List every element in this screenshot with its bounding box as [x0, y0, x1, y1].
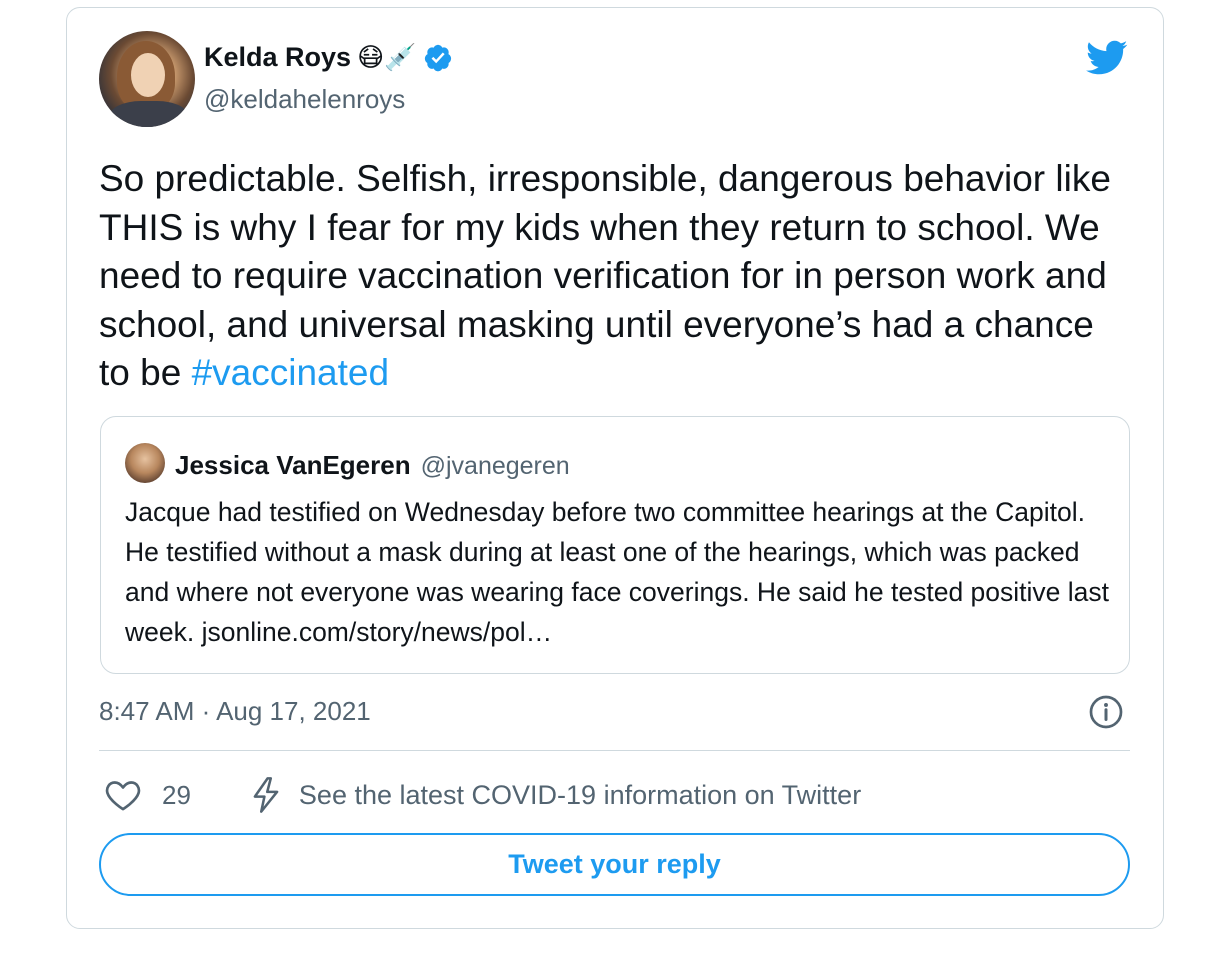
quoted-tweet[interactable]: Jessica VanEgeren @jvanegeren Jacque had… [100, 416, 1130, 674]
heart-icon[interactable] [103, 775, 143, 815]
quoted-author-name: Jessica VanEgeren [175, 450, 411, 480]
lightning-bolt-icon[interactable] [249, 776, 283, 814]
tweet-timestamp[interactable]: 8:47 AM · Aug 17, 2021 [99, 696, 371, 727]
quoted-tweet-text: Jacque had testified on Wednesday before… [125, 497, 1109, 647]
author-name-row: Kelda Roys 😷💉 [204, 42, 453, 73]
author-name-emojis: 😷💉 [357, 42, 417, 73]
tweet-your-reply-button[interactable]: Tweet your reply [99, 833, 1130, 896]
like-count: 29 [162, 779, 191, 810]
quoted-author-handle: @jvanegeren [420, 452, 570, 480]
author-handle[interactable]: @keldahelenroys [204, 84, 405, 115]
twitter-bird-icon[interactable] [1082, 36, 1132, 78]
verified-badge-icon [424, 44, 451, 71]
divider [99, 750, 1130, 751]
author-avatar[interactable] [99, 31, 195, 127]
author-name[interactable]: Kelda Roys [204, 42, 351, 73]
tweet-body: So predictable. Selfish, irresponsible, … [99, 155, 1129, 398]
hashtag-link[interactable]: #vaccinated [192, 352, 389, 393]
quoted-author-avatar [125, 443, 165, 483]
covid-info-link[interactable]: See the latest COVID-19 information on T… [299, 780, 861, 811]
info-icon[interactable] [1088, 694, 1124, 730]
action-bar: 29 See the latest COVID-19 information o… [99, 770, 861, 820]
quoted-author-row: Jessica VanEgeren @jvanegeren [175, 450, 570, 481]
